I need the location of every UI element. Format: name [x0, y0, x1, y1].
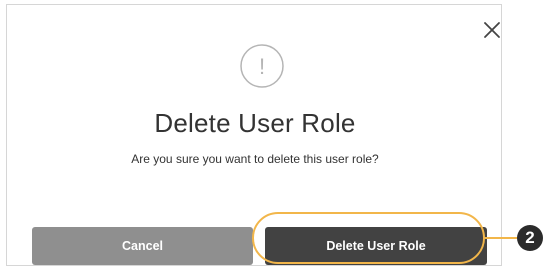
delete-user-role-dialog: ! Delete User Role Are you sure you want…	[6, 4, 502, 266]
close-icon	[484, 22, 500, 38]
dialog-message: Are you sure you want to delete this use…	[131, 152, 379, 166]
step-number-badge: 2	[517, 225, 543, 251]
screenshot-stage: ! Delete User Role Are you sure you want…	[0, 0, 545, 268]
cancel-button[interactable]: Cancel	[32, 227, 253, 265]
dialog-title: Delete User Role	[154, 108, 356, 138]
delete-user-role-button[interactable]: Delete User Role	[265, 227, 487, 265]
warning-glyph: !	[259, 54, 265, 79]
exclamation-circle-icon: !	[239, 43, 285, 89]
close-button[interactable]	[481, 19, 503, 41]
callout-connector-line	[484, 237, 517, 239]
